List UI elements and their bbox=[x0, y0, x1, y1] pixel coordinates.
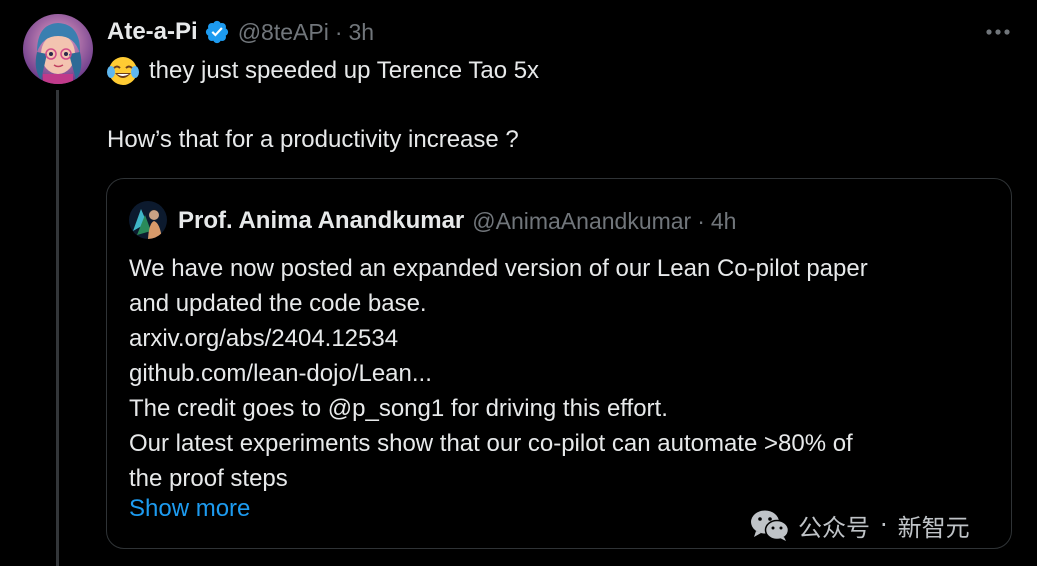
header-separator: · bbox=[334, 18, 343, 45]
tweet-timestamp[interactable]: 3h bbox=[348, 19, 374, 46]
quoted-header-separator: · bbox=[697, 207, 705, 234]
author-avatar[interactable] bbox=[23, 14, 93, 84]
quoted-author-display-name[interactable]: Prof. Anima Anandkumar bbox=[178, 207, 464, 235]
more-options-icon[interactable] bbox=[984, 22, 1014, 42]
watermark-name: 新智元 bbox=[897, 513, 970, 542]
wechat-icon bbox=[750, 508, 790, 542]
quoted-tweet-header: Prof. Anima Anandkumar @AnimaAnandkumar … bbox=[178, 205, 736, 237]
tweet-text-line-1: they just speeded up Terence Tao 5x bbox=[107, 54, 539, 88]
quoted-tweet-timestamp[interactable]: 4h bbox=[711, 208, 737, 235]
quoted-text-line: and updated the code base. bbox=[129, 290, 427, 317]
arxiv-link[interactable]: arxiv.org/abs/2404.12534 bbox=[129, 321, 868, 356]
watermark-separator: · bbox=[880, 511, 888, 539]
tweet-text: they just speeded up Terence Tao 5x bbox=[149, 57, 540, 84]
author-display-name[interactable]: Ate-a-Pi bbox=[107, 18, 198, 46]
verified-badge-icon[interactable] bbox=[204, 19, 230, 45]
tweet[interactable]: Ate-a-Pi @8teAPi · 3h they just speeded … bbox=[0, 0, 1037, 566]
github-link[interactable]: github.com/lean-dojo/Lean... bbox=[129, 356, 868, 391]
tweet-text-continued: How’s that for a productivity increase ? bbox=[107, 126, 519, 153]
quoted-text-line: The credit goes to @p_song1 for driving … bbox=[129, 395, 668, 422]
show-more-link[interactable]: Show more bbox=[129, 495, 250, 523]
quoted-text-line: Our latest experiments show that our co-… bbox=[129, 430, 853, 457]
quoted-tweet-card[interactable]: Prof. Anima Anandkumar @AnimaAnandkumar … bbox=[106, 178, 1012, 549]
tweet-header: Ate-a-Pi @8teAPi · 3h bbox=[107, 16, 374, 48]
author-handle[interactable]: @8teAPi bbox=[238, 19, 329, 46]
watermark: 公众号 · 新智元 bbox=[750, 505, 970, 545]
quoted-text-line: We have now posted an expanded version o… bbox=[129, 255, 868, 282]
thread-connector-line bbox=[56, 90, 59, 566]
quoted-tweet-text: We have now posted an expanded version o… bbox=[129, 251, 868, 496]
tears-of-joy-emoji bbox=[107, 55, 139, 87]
tweet-text-line-2: How’s that for a productivity increase ? bbox=[107, 124, 519, 156]
quoted-author-handle[interactable]: @AnimaAnandkumar bbox=[472, 208, 691, 235]
quoted-author-avatar[interactable] bbox=[129, 201, 167, 239]
watermark-account-type: 公众号 bbox=[798, 513, 870, 542]
quoted-text-line: the proof steps bbox=[129, 465, 288, 492]
